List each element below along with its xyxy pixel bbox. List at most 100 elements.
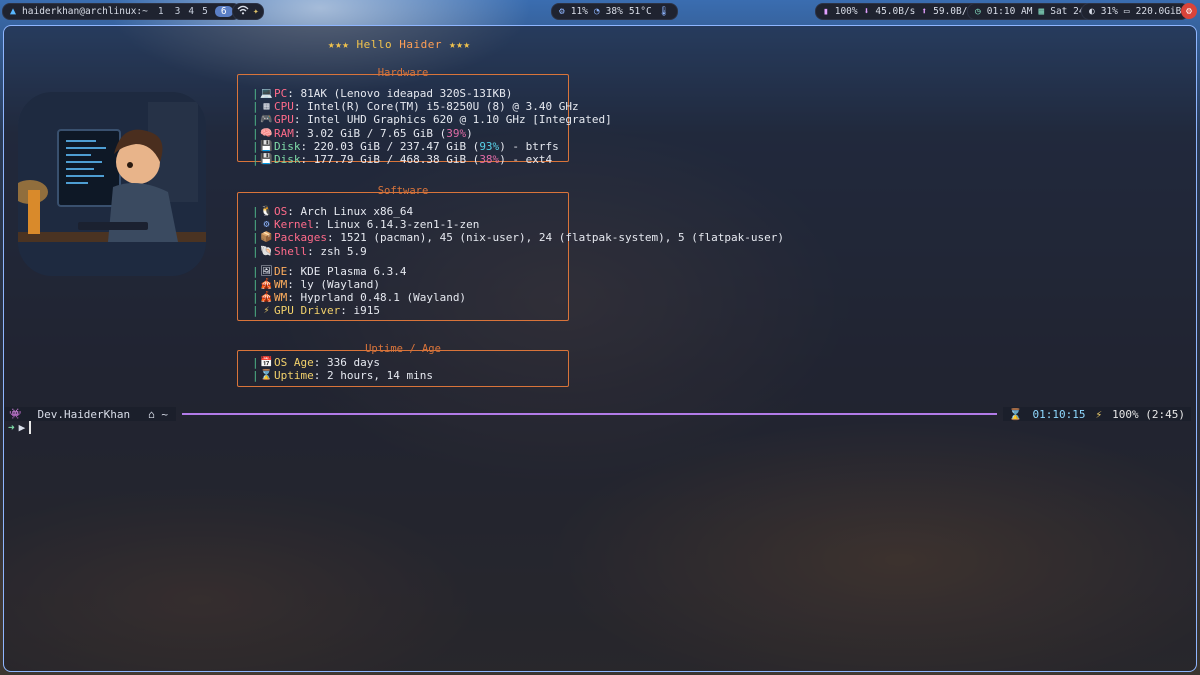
desktop-icon: 🖼 <box>260 265 273 277</box>
wm1-line: | 🎪 WM: ly (Wayland) <box>252 278 380 292</box>
gpu-driver-value: : i915 <box>340 304 380 318</box>
packages-value: : 1521 (pacman), 45 (nix-user), 24 (flat… <box>326 231 784 245</box>
workspace-4[interactable]: 4 <box>187 6 195 17</box>
disk1-percent: 93% <box>479 139 500 153</box>
uptime-box: Uptime / Age | 📅 OS Age: 336 days | ⌛ Upti… <box>237 343 569 387</box>
clock-icon: ◷ <box>975 6 981 17</box>
workspace-1[interactable]: 1 <box>154 6 168 17</box>
workspace-3[interactable]: 3 <box>174 6 182 17</box>
lightning-icon: ⚡ <box>263 305 270 317</box>
disk2-tail: ) - ext4 <box>499 153 553 167</box>
pc-key: PC <box>274 87 288 100</box>
package-icon: 📦 <box>260 232 273 244</box>
uptime-key: Uptime <box>274 369 314 383</box>
shell-value: : zsh 5.9 <box>307 244 367 258</box>
disk-usage: 31% <box>1100 6 1118 17</box>
pc-value: : 81AK (Lenovo ideapad 320S-13IKB) <box>287 87 513 100</box>
disk-icon: 💾 <box>260 154 273 166</box>
fastfetch-logo-illustration <box>18 92 206 276</box>
gpu-line: | 🎮 GPU: Intel UHD Graphics 620 @ 1.10 GH… <box>252 113 612 127</box>
wm2-value: : Hyprland 0.48.1 (Wayland) <box>287 291 467 305</box>
os-value: : Arch Linux x86_64 <box>287 205 414 218</box>
workspace-6-active[interactable]: 6 <box>214 6 233 17</box>
shell-key: Shell <box>274 244 308 258</box>
prompt-user: Dev.HaiderKhan <box>37 407 131 421</box>
window-manager-icon: 🎪 <box>260 292 273 304</box>
cpu-usage: 11% <box>570 6 588 17</box>
gpu-driver-key: GPU Driver <box>274 304 341 318</box>
uptime-title: Uptime / Age <box>365 343 441 355</box>
clock-time: 01:10 AM <box>986 6 1033 17</box>
user-avatar-icon: 👾 <box>9 408 22 420</box>
os-age-line: | 📅 OS Age: 336 days <box>252 356 380 369</box>
wm1-value: : ly (Wayland) <box>287 278 380 292</box>
stars-right-icon: ★★★ <box>449 38 471 51</box>
system-stats-pill: ⚙ 11% ◔ 38% 51°C 🌡 <box>551 3 678 20</box>
calendar-icon: ▦ <box>1038 6 1045 17</box>
shell-icon: 🐚 <box>260 245 273 257</box>
de-value: : KDE Plasma 6.3.4 <box>287 264 407 278</box>
disk-free: 220.0GiB <box>1135 6 1182 17</box>
hourglass-icon: ⌛ <box>260 370 273 382</box>
battery-icon: ▮ <box>823 6 829 17</box>
network-pill: ▮ 100% ⬇ 45.0B/s ⬆ 59.0B/s <box>815 3 982 20</box>
temperature: 51°C <box>628 6 652 17</box>
os-key: OS <box>274 205 288 218</box>
software-title: Software <box>377 185 429 197</box>
disk-usage-icon: ◐ <box>1089 6 1095 17</box>
clock-date: Sat 24 <box>1050 6 1085 17</box>
battery-level: 100% <box>834 6 858 17</box>
cpu-icon: ⚙ <box>559 6 565 17</box>
laptop-icon: 💻 <box>260 88 273 99</box>
chip-icon: ▦ <box>263 101 270 113</box>
power-menu-icon[interactable]: ⚙ <box>1181 3 1197 19</box>
ram-tail: ) <box>466 126 473 140</box>
disk-pill: ◐ 31% ▭ 220.0GiB <box>1081 3 1190 20</box>
uptime-value: : 2 hours, 14 mins <box>313 369 433 383</box>
cpu-key: CPU <box>274 100 294 114</box>
disk2-percent: 38% <box>479 153 500 167</box>
gpu-value: : Intel UHD Graphics 620 @ 1.10 GHz [Int… <box>293 113 612 127</box>
prompt-arrow-icon: ➜ <box>8 421 15 434</box>
cpu-line: | ▦ CPU: Intel(R) Core(TM) i5-8250U (8) @… <box>252 100 579 114</box>
download-speed: 45.0B/s <box>875 6 916 17</box>
gear-icon: ⚙ <box>263 219 270 231</box>
lightning-icon: ⚡ <box>1095 407 1103 421</box>
hardware-title: Hardware <box>377 67 429 79</box>
tray-pill: ✦ <box>232 3 264 20</box>
os-age-value: : 336 days <box>313 356 380 369</box>
wm2-line: | 🎪 WM: Hyprland 0.48.1 (Wayland) <box>252 291 467 305</box>
uptime-line: | ⌛ Uptime: 2 hours, 14 mins <box>252 369 433 383</box>
top-bar: ▲ haiderkhan@archlinux:~ 1 3 4 5 6 ✦ ⚙ 1… <box>0 0 1200 22</box>
os-age-key: OS Age <box>274 356 314 369</box>
greeting-prefix: Hello <box>356 38 400 51</box>
disk2-line: | 💾 Disk: 177.79 GiB / 468.38 GiB (38%) -… <box>252 153 553 167</box>
pc-line: | 💻 PC: 81AK (Lenovo ideapad 320S-13IKB) <box>252 87 513 100</box>
command-input-line[interactable]: ➜ ▶ <box>8 421 31 434</box>
wm1-key: WM <box>274 278 288 292</box>
hard-drive-icon: ▭ <box>1123 6 1130 17</box>
ram-key: RAM <box>274 126 294 140</box>
clock-pill[interactable]: ◷ 01:10 AM ▦ Sat 24 <box>967 3 1093 20</box>
download-icon: ⬇ <box>863 6 870 17</box>
penguin-icon: 🐧 <box>260 206 273 217</box>
gpu-driver-line: | ⚡ GPU Driver: i915 <box>252 304 380 318</box>
os-line: | 🐧 OS: Arch Linux x86_64 <box>252 205 414 218</box>
prompt-divider-line <box>182 413 997 415</box>
tray-app-icon[interactable]: ✦ <box>253 6 259 17</box>
shell-line: | 🐚 Shell: zsh 5.9 <box>252 244 367 258</box>
de-key: DE <box>274 264 288 278</box>
workspace-5[interactable]: 5 <box>201 6 209 17</box>
kernel-line: | ⚙ Kernel: Linux 6.14.3-zen1-1-zen <box>252 218 480 232</box>
arch-logo-icon: ▲ <box>10 6 17 17</box>
kernel-key: Kernel <box>274 218 314 232</box>
ram-line: | 🧠 RAM: 3.02 GiB / 7.65 GiB (39%) <box>252 126 473 140</box>
greeting-name: Haider <box>399 38 442 51</box>
memory-icon: ◔ <box>593 6 600 17</box>
stars-left-icon: ★★★ <box>328 38 350 51</box>
disk2-key: Disk <box>274 153 301 167</box>
prompt-right-segment: ⌛ 01:10:15 ⚡ 100% (2:45) <box>1002 407 1191 421</box>
user-host-label: haiderkhan@archlinux:~ <box>22 6 148 17</box>
text-cursor <box>29 421 31 434</box>
wifi-icon[interactable] <box>237 5 249 18</box>
